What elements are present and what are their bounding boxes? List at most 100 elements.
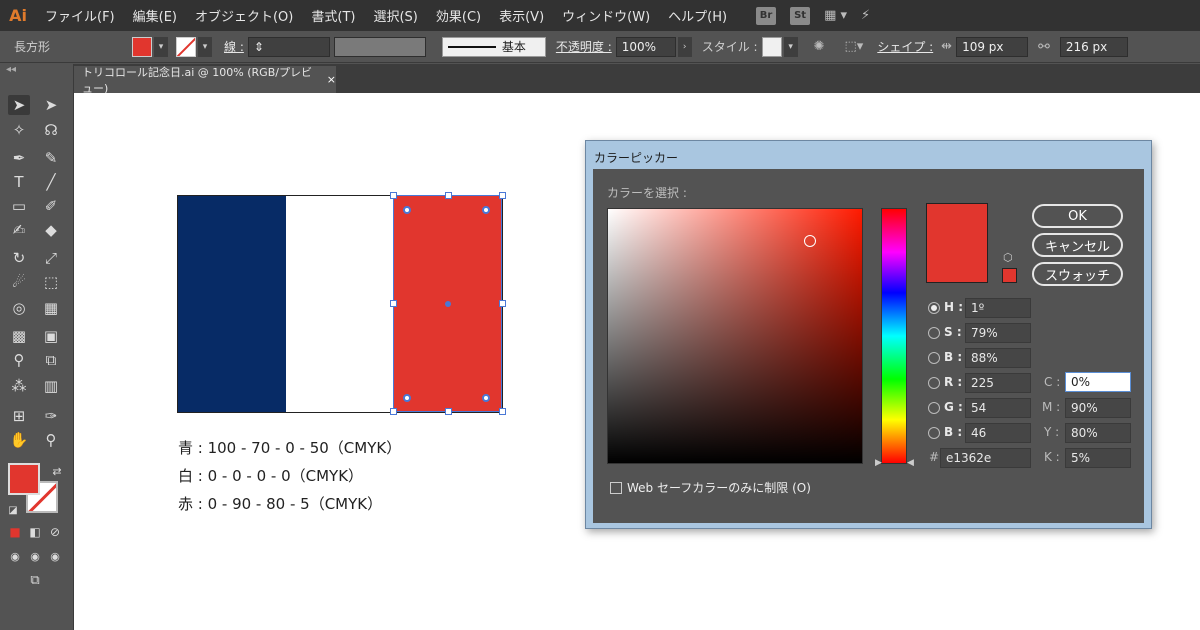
opacity-arrow-icon[interactable]: › [677,36,692,57]
type-tool-icon[interactable]: T [8,172,30,192]
opacity-field[interactable]: 100% [615,36,676,57]
paintbrush-tool-icon[interactable]: ✐ [40,196,62,216]
magic-wand-tool-icon[interactable]: ✧ [8,120,30,140]
menu-select[interactable]: 選択(S) [364,6,426,25]
scale-tool-icon[interactable]: ⤢ [40,248,62,268]
radio-green[interactable] [928,402,940,414]
menu-help[interactable]: ヘルプ(H) [659,6,736,25]
shaper-tool-icon[interactable]: ✍ [8,220,30,240]
hue-field[interactable]: 1º [965,298,1031,318]
flag-white-band[interactable] [286,196,394,412]
slice-tool-icon[interactable]: ✑ [40,406,62,426]
live-corner-widget[interactable] [403,206,411,214]
resize-handle[interactable] [390,408,397,415]
curvature-tool-icon[interactable]: ✎ [40,148,62,168]
menu-window[interactable]: ウィンドウ(W) [553,6,659,25]
mesh-tool-icon[interactable]: ▩ [8,326,30,346]
zoom-tool-icon[interactable]: ⚲ [40,430,62,450]
swap-fill-stroke-icon[interactable]: ⇄ [46,461,68,481]
stroke-weight-field[interactable]: ⇕ [247,36,330,57]
resize-handle[interactable] [499,408,506,415]
radio-red[interactable] [928,377,940,389]
resize-handle[interactable] [445,408,452,415]
none-mode-icon[interactable]: ⊘ [44,522,66,542]
resize-handle[interactable] [445,192,452,199]
color-cursor[interactable] [804,235,816,247]
resize-handle[interactable] [390,192,397,199]
green-field[interactable]: 54 [965,398,1031,418]
bridge-icon[interactable]: Br [756,6,777,25]
menu-effect[interactable]: 効果(C) [427,6,490,25]
resize-handle[interactable] [390,300,397,307]
flag-blue-band[interactable] [178,196,287,412]
hex-field[interactable]: e1362e [940,448,1031,468]
resize-handle[interactable] [499,192,506,199]
live-corner-widget[interactable] [403,394,411,402]
out-of-gamut-cube-icon[interactable]: ⬡ [1003,251,1013,264]
workspace-switcher-icon[interactable]: ▦ ▾ [824,8,847,23]
radio-saturation[interactable] [928,327,940,339]
hue-slider-right-arrow-icon[interactable]: ◀ [907,458,914,468]
fill-dropdown-icon[interactable]: ▾ [154,36,169,57]
ok-button[interactable]: OK [1032,204,1123,228]
shape-builder-tool-icon[interactable]: ◎ [8,298,30,318]
graph-tool-icon[interactable]: ▥ [40,376,62,396]
cyan-field[interactable]: 0% [1065,372,1131,392]
selection-tool-icon[interactable]: ➤ [8,95,30,115]
radio-blue[interactable] [928,427,940,439]
fill-color-icon[interactable] [8,463,40,495]
direct-selection-tool-icon[interactable]: ➤ [40,95,62,115]
eraser-tool-icon[interactable]: ◆ [40,220,62,240]
draw-normal-icon[interactable]: ◉ [4,546,26,566]
lasso-tool-icon[interactable]: ☊ [40,120,62,140]
rectangle-tool-icon[interactable]: ▭ [8,196,30,216]
saturation-field[interactable]: 79% [965,323,1031,343]
stroke-dropdown-icon[interactable]: ▾ [198,36,213,57]
hand-tool-icon[interactable]: ✋ [8,430,30,450]
rotate-tool-icon[interactable]: ↻ [8,248,30,268]
red-field[interactable]: 225 [965,373,1031,393]
default-fill-stroke-icon[interactable]: ◪ [2,500,24,520]
brush-definition-dropdown[interactable]: 基本 [441,36,546,57]
menu-file[interactable]: ファイル(F) [36,6,124,25]
stroke-color-swatch[interactable] [176,36,197,57]
eyedropper-tool-icon[interactable]: ⚲ [8,350,30,370]
recolor-artwork-icon[interactable]: ✺ [814,39,825,54]
perspective-grid-tool-icon[interactable]: ▦ [40,298,62,318]
yellow-field[interactable]: 80% [1065,423,1131,443]
fill-color-swatch[interactable] [132,36,153,57]
menu-type[interactable]: 書式(T) [302,6,364,25]
line-tool-icon[interactable]: ╱ [40,172,62,192]
hue-slider[interactable] [881,208,907,464]
gamut-color-swatch[interactable] [1002,268,1017,283]
free-transform-tool-icon[interactable]: ⬚ [40,272,62,292]
cancel-button[interactable]: キャンセル [1032,233,1123,257]
symbol-sprayer-tool-icon[interactable]: ⁂ [8,376,30,396]
selection-bounding-box[interactable] [390,192,506,415]
height-field[interactable]: 216 px [1059,36,1128,57]
radio-hue[interactable] [928,302,940,314]
variable-width-profile[interactable] [333,36,426,57]
black-field[interactable]: 5% [1065,448,1131,468]
radio-brightness[interactable] [928,352,940,364]
menu-edit[interactable]: 編集(E) [124,6,186,25]
warp-tool-icon[interactable]: ☄ [8,272,30,292]
color-mode-icon[interactable]: ■ [4,522,26,542]
gpu-performance-icon[interactable]: ⚡ [861,8,870,23]
constrain-link-icon[interactable]: ⚯ [1038,39,1050,55]
align-to-selection-icon[interactable]: ⬚▾ [845,39,864,54]
menu-view[interactable]: 表示(V) [490,6,553,25]
collapse-panel-icon[interactable]: ◂◂ [6,64,16,75]
hue-slider-left-arrow-icon[interactable]: ▶ [875,458,882,468]
magenta-field[interactable]: 90% [1065,398,1131,418]
width-field[interactable]: 109 px [956,36,1029,57]
stepper-icon[interactable]: ⇕ [254,40,264,54]
swatches-button[interactable]: スウォッチ [1032,262,1123,286]
blend-tool-icon[interactable]: ⧉ [40,350,62,370]
gradient-mode-icon[interactable]: ◧ [24,522,46,542]
document-tab[interactable]: トリコロール記念日.ai @ 100% (RGB/プレビュー) × [74,66,336,95]
brightness-field[interactable]: 88% [965,348,1031,368]
menu-object[interactable]: オブジェクト(O) [186,6,302,25]
live-corner-widget[interactable] [482,394,490,402]
pen-tool-icon[interactable]: ✒ [8,148,30,168]
